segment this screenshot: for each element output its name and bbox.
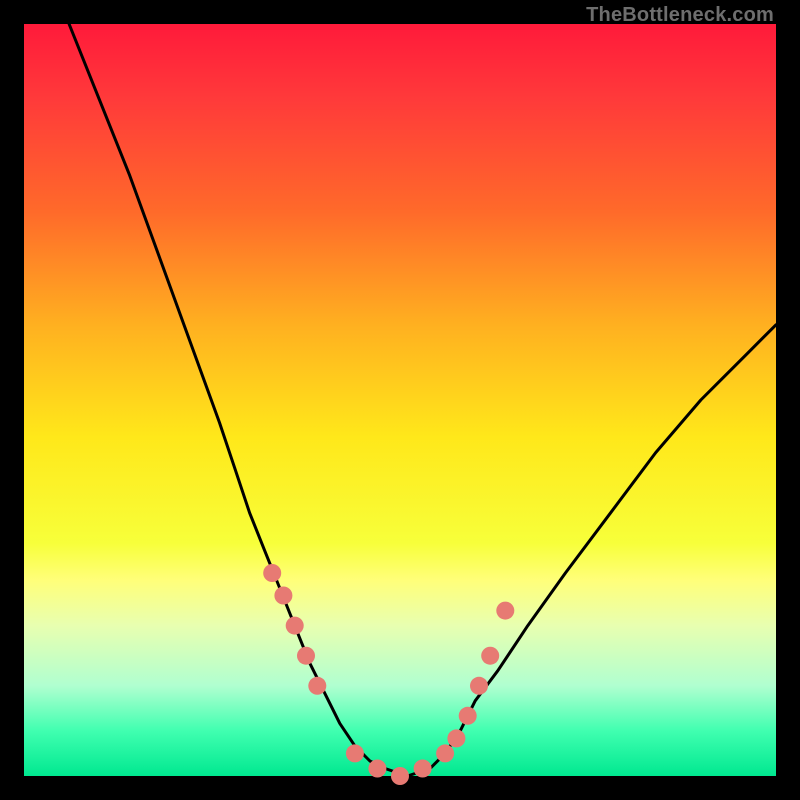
highlight-point — [391, 767, 409, 785]
highlight-point — [297, 647, 315, 665]
highlight-point — [447, 729, 465, 747]
highlight-point — [481, 647, 499, 665]
highlight-point — [496, 602, 514, 620]
highlight-point — [308, 677, 326, 695]
highlight-point — [436, 744, 454, 762]
highlight-point — [368, 760, 386, 778]
highlight-point — [346, 744, 364, 762]
highlight-point — [459, 707, 477, 725]
chart-frame — [24, 24, 776, 776]
highlight-point — [414, 760, 432, 778]
chart-svg — [24, 24, 776, 776]
bottleneck-curve — [69, 24, 776, 776]
highlight-markers — [263, 564, 514, 785]
watermark-label: TheBottleneck.com — [586, 4, 774, 27]
highlight-point — [470, 677, 488, 695]
highlight-point — [263, 564, 281, 582]
highlight-point — [274, 587, 292, 605]
highlight-point — [286, 617, 304, 635]
bottleneck-curve-path — [69, 24, 776, 776]
